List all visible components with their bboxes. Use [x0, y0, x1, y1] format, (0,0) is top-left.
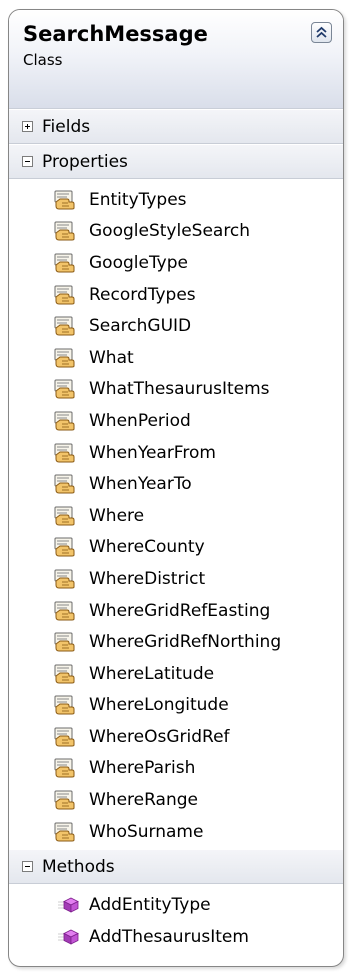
- property-hand-icon: [54, 727, 75, 747]
- plus-box-icon[interactable]: [22, 121, 33, 132]
- property-item[interactable]: GoogleStyleSearch: [9, 216, 343, 248]
- property-label: WhatThesaurusItems: [89, 379, 270, 400]
- section-label: Properties: [42, 151, 128, 172]
- property-label: WhenPeriod: [89, 410, 191, 431]
- property-label: WhoSurname: [89, 821, 204, 842]
- property-label: WhenYearTo: [89, 474, 192, 495]
- double-chevron-up-icon: [316, 26, 327, 38]
- property-label: WhereParish: [89, 758, 196, 779]
- property-hand-icon: [54, 316, 75, 336]
- class-shape[interactable]: SearchMessage Class Fields Properties En…: [8, 9, 344, 967]
- property-hand-icon: [54, 379, 75, 399]
- property-label: WhereRange: [89, 790, 198, 811]
- property-label: Where: [89, 505, 145, 526]
- property-item[interactable]: WhenYearFrom: [9, 437, 343, 469]
- property-item[interactable]: WhatThesaurusItems: [9, 374, 343, 406]
- property-label: GoogleStyleSearch: [89, 221, 251, 242]
- minus-box-icon[interactable]: [22, 861, 33, 873]
- property-hand-icon: [54, 474, 75, 494]
- class-header[interactable]: SearchMessage Class: [9, 10, 343, 109]
- property-item[interactable]: WhereDistrict: [9, 563, 343, 595]
- method-cube-icon: [58, 897, 79, 913]
- property-hand-icon: [54, 790, 75, 810]
- property-item[interactable]: WhoSurname: [9, 816, 343, 848]
- property-label: GoogleType: [89, 252, 188, 273]
- method-cube-icon: [58, 929, 79, 945]
- property-item[interactable]: Where: [9, 500, 343, 532]
- property-hand-icon: [54, 664, 75, 684]
- property-hand-icon: [54, 411, 75, 431]
- section-label: Fields: [42, 116, 91, 137]
- property-label: WhereGridRefNorthing: [89, 632, 282, 653]
- properties-list: EntityTypes GoogleStyleSearch GoogleType: [9, 179, 343, 849]
- property-label: WhereGridRefEasting: [89, 600, 271, 621]
- property-label: SearchGUID: [89, 316, 192, 337]
- property-item[interactable]: SearchGUID: [9, 310, 343, 342]
- property-hand-icon: [54, 506, 75, 526]
- property-item[interactable]: WhereCounty: [9, 532, 343, 564]
- property-item[interactable]: WhereLatitude: [9, 658, 343, 690]
- property-hand-icon: [54, 190, 75, 210]
- property-item[interactable]: RecordTypes: [9, 279, 343, 311]
- property-item[interactable]: What: [9, 342, 343, 374]
- collapse-button[interactable]: [311, 22, 332, 43]
- method-label: AddEntityType: [89, 895, 211, 916]
- property-hand-icon: [54, 443, 75, 463]
- property-label: EntityTypes: [89, 189, 187, 210]
- property-label: WhereLatitude: [89, 663, 215, 684]
- property-hand-icon: [54, 221, 75, 241]
- property-hand-icon: [54, 253, 75, 273]
- property-item[interactable]: WhenYearTo: [9, 468, 343, 500]
- class-name: SearchMessage: [23, 22, 208, 46]
- section-label: Methods: [42, 856, 115, 877]
- property-label: WhenYearFrom: [89, 442, 216, 463]
- property-hand-icon: [54, 348, 75, 368]
- property-hand-icon: [54, 632, 75, 652]
- property-item[interactable]: WhenPeriod: [9, 405, 343, 437]
- property-label: WhereOsGridRef: [89, 726, 230, 747]
- property-label: WhereLongitude: [89, 695, 229, 716]
- property-item[interactable]: GoogleType: [9, 247, 343, 279]
- property-hand-icon: [54, 569, 75, 589]
- section-fields-header[interactable]: Fields: [9, 109, 343, 144]
- property-hand-icon: [54, 822, 75, 842]
- property-hand-icon: [54, 695, 75, 715]
- section-properties-header[interactable]: Properties: [9, 144, 343, 179]
- property-label: What: [89, 347, 134, 368]
- property-label: WhereCounty: [89, 537, 205, 558]
- property-item[interactable]: WhereOsGridRef: [9, 721, 343, 753]
- method-item[interactable]: AddThesaurusItem: [9, 921, 343, 953]
- property-label: RecordTypes: [89, 284, 196, 305]
- method-item[interactable]: AddEntityType: [9, 889, 343, 921]
- property-item[interactable]: WhereRange: [9, 784, 343, 816]
- property-hand-icon: [54, 601, 75, 621]
- property-item[interactable]: WhereGridRefEasting: [9, 595, 343, 627]
- method-label: AddThesaurusItem: [89, 926, 249, 947]
- property-hand-icon: [54, 758, 75, 778]
- class-kind: Class: [23, 51, 63, 69]
- section-methods-header[interactable]: Methods: [9, 849, 343, 885]
- property-item[interactable]: EntityTypes: [9, 184, 343, 216]
- property-item[interactable]: WhereLongitude: [9, 690, 343, 722]
- methods-list: AddEntityType AddThesaurusItem: [9, 884, 343, 954]
- property-label: WhereDistrict: [89, 568, 206, 589]
- property-item[interactable]: WhereGridRefNorthing: [9, 626, 343, 658]
- minus-box-icon[interactable]: [22, 156, 33, 167]
- property-item[interactable]: WhereParish: [9, 753, 343, 785]
- property-hand-icon: [54, 537, 75, 557]
- property-hand-icon: [54, 285, 75, 305]
